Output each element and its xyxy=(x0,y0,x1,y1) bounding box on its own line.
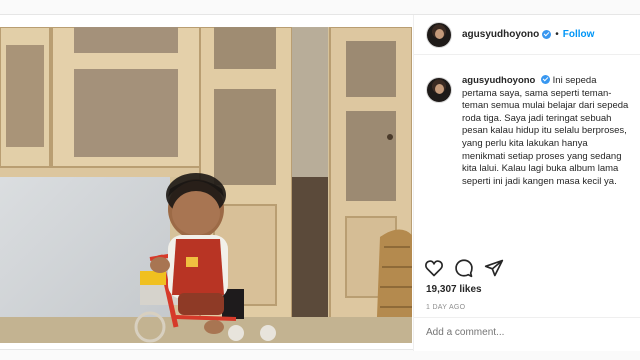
avatar[interactable] xyxy=(426,21,452,48)
heart-icon[interactable] xyxy=(424,258,444,278)
caption-body: Ini sepeda pertama saya, sama seperti te… xyxy=(462,75,629,187)
username-link[interactable]: agusyudhoyono xyxy=(462,29,539,40)
caption-username[interactable]: agusyudhoyono xyxy=(462,75,535,86)
post-sidebar: agusyudhoyono • Follow agusyudhoyono Ini… xyxy=(413,15,640,351)
caption-block: agusyudhoyono Ini sepeda pertama saya, s… xyxy=(426,75,636,247)
verified-badge-icon xyxy=(542,30,552,39)
photo-scene xyxy=(0,27,412,343)
post-timestamp[interactable]: 1 DAY AGO xyxy=(426,304,465,311)
separator-dot: • xyxy=(555,29,559,40)
share-icon[interactable] xyxy=(484,258,504,278)
follow-button[interactable]: Follow xyxy=(563,29,595,40)
verified-badge-icon xyxy=(541,75,551,84)
avatar[interactable] xyxy=(426,77,452,103)
comment-bar xyxy=(414,317,640,351)
instagram-post: agusyudhoyono • Follow agusyudhoyono Ini… xyxy=(0,14,640,351)
comment-icon[interactable] xyxy=(454,258,474,278)
post-header: agusyudhoyono • Follow xyxy=(414,15,640,55)
likes-count[interactable]: 19,307 likes xyxy=(426,284,482,295)
caption-text: agusyudhoyono Ini sepeda pertama saya, s… xyxy=(462,75,632,247)
comment-input[interactable] xyxy=(426,327,626,338)
action-bar xyxy=(424,258,504,278)
post-photo[interactable] xyxy=(0,27,412,343)
